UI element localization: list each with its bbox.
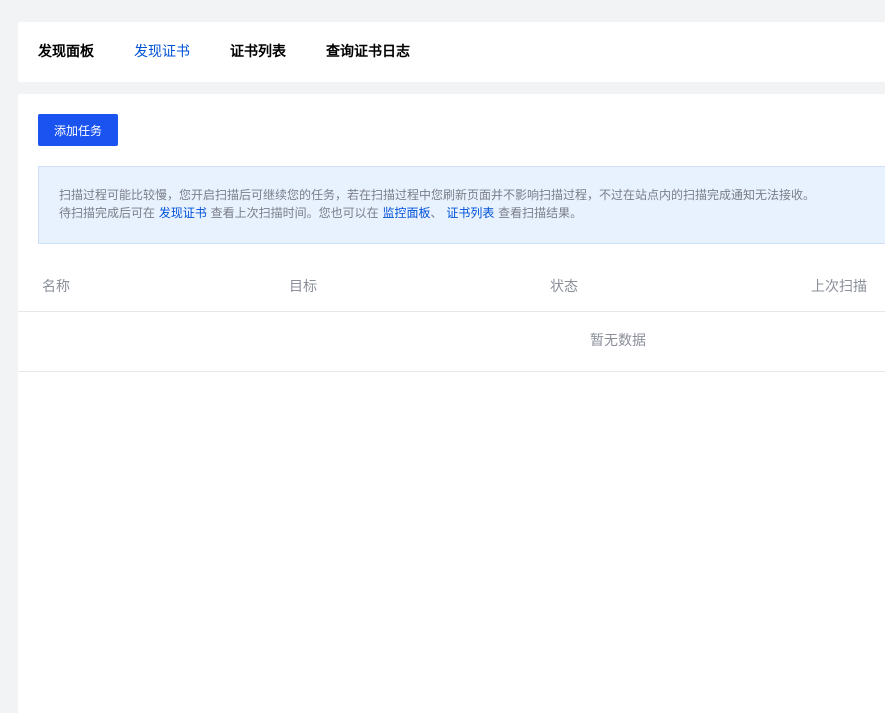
- certificate-list-link[interactable]: 证书列表: [446, 206, 494, 220]
- notice-text: 查看扫描结果。: [494, 206, 583, 220]
- tab-bar: 发现面板 发现证书 证书列表 查询证书日志: [18, 22, 885, 82]
- tab-discovery-panel[interactable]: 发现面板: [38, 22, 94, 82]
- empty-state-text: 暂无数据: [590, 333, 646, 349]
- notice-line-2: 待扫描完成后可在 发现证书 查看上次扫描时间。您也可以在 监控面板、 证书列表 …: [59, 204, 885, 222]
- tab-certificate-list[interactable]: 证书列表: [230, 22, 286, 82]
- column-header-target: 目标: [289, 279, 317, 295]
- table-empty-row: 暂无数据: [18, 312, 885, 372]
- add-task-button[interactable]: 添加任务: [38, 114, 118, 146]
- tab-discover-certificate[interactable]: 发现证书: [134, 22, 190, 82]
- main-panel: 添加任务 扫描过程可能比较慢，您开启扫描后可继续您的任务，若在扫描过程中您刷新页…: [18, 94, 885, 713]
- notice-text: 待扫描完成后可在: [59, 206, 159, 220]
- column-header-status: 状态: [550, 279, 578, 295]
- monitor-panel-link[interactable]: 监控面板: [382, 206, 430, 220]
- notice-text: 查看上次扫描时间。您也可以在: [206, 206, 383, 220]
- info-notice: 扫描过程可能比较慢，您开启扫描后可继续您的任务，若在扫描过程中您刷新页面并不影响…: [38, 166, 885, 244]
- column-header-name: 名称: [42, 279, 70, 295]
- notice-separator: 、: [430, 206, 447, 220]
- table-header: 名称 目标 状态 上次扫描: [18, 264, 885, 312]
- discover-certificate-link[interactable]: 发现证书: [159, 206, 207, 220]
- column-header-last-scan: 上次扫描: [811, 279, 867, 295]
- notice-line-1: 扫描过程可能比较慢，您开启扫描后可继续您的任务，若在扫描过程中您刷新页面并不影响…: [59, 188, 816, 202]
- tab-query-certificate-log[interactable]: 查询证书日志: [326, 22, 410, 82]
